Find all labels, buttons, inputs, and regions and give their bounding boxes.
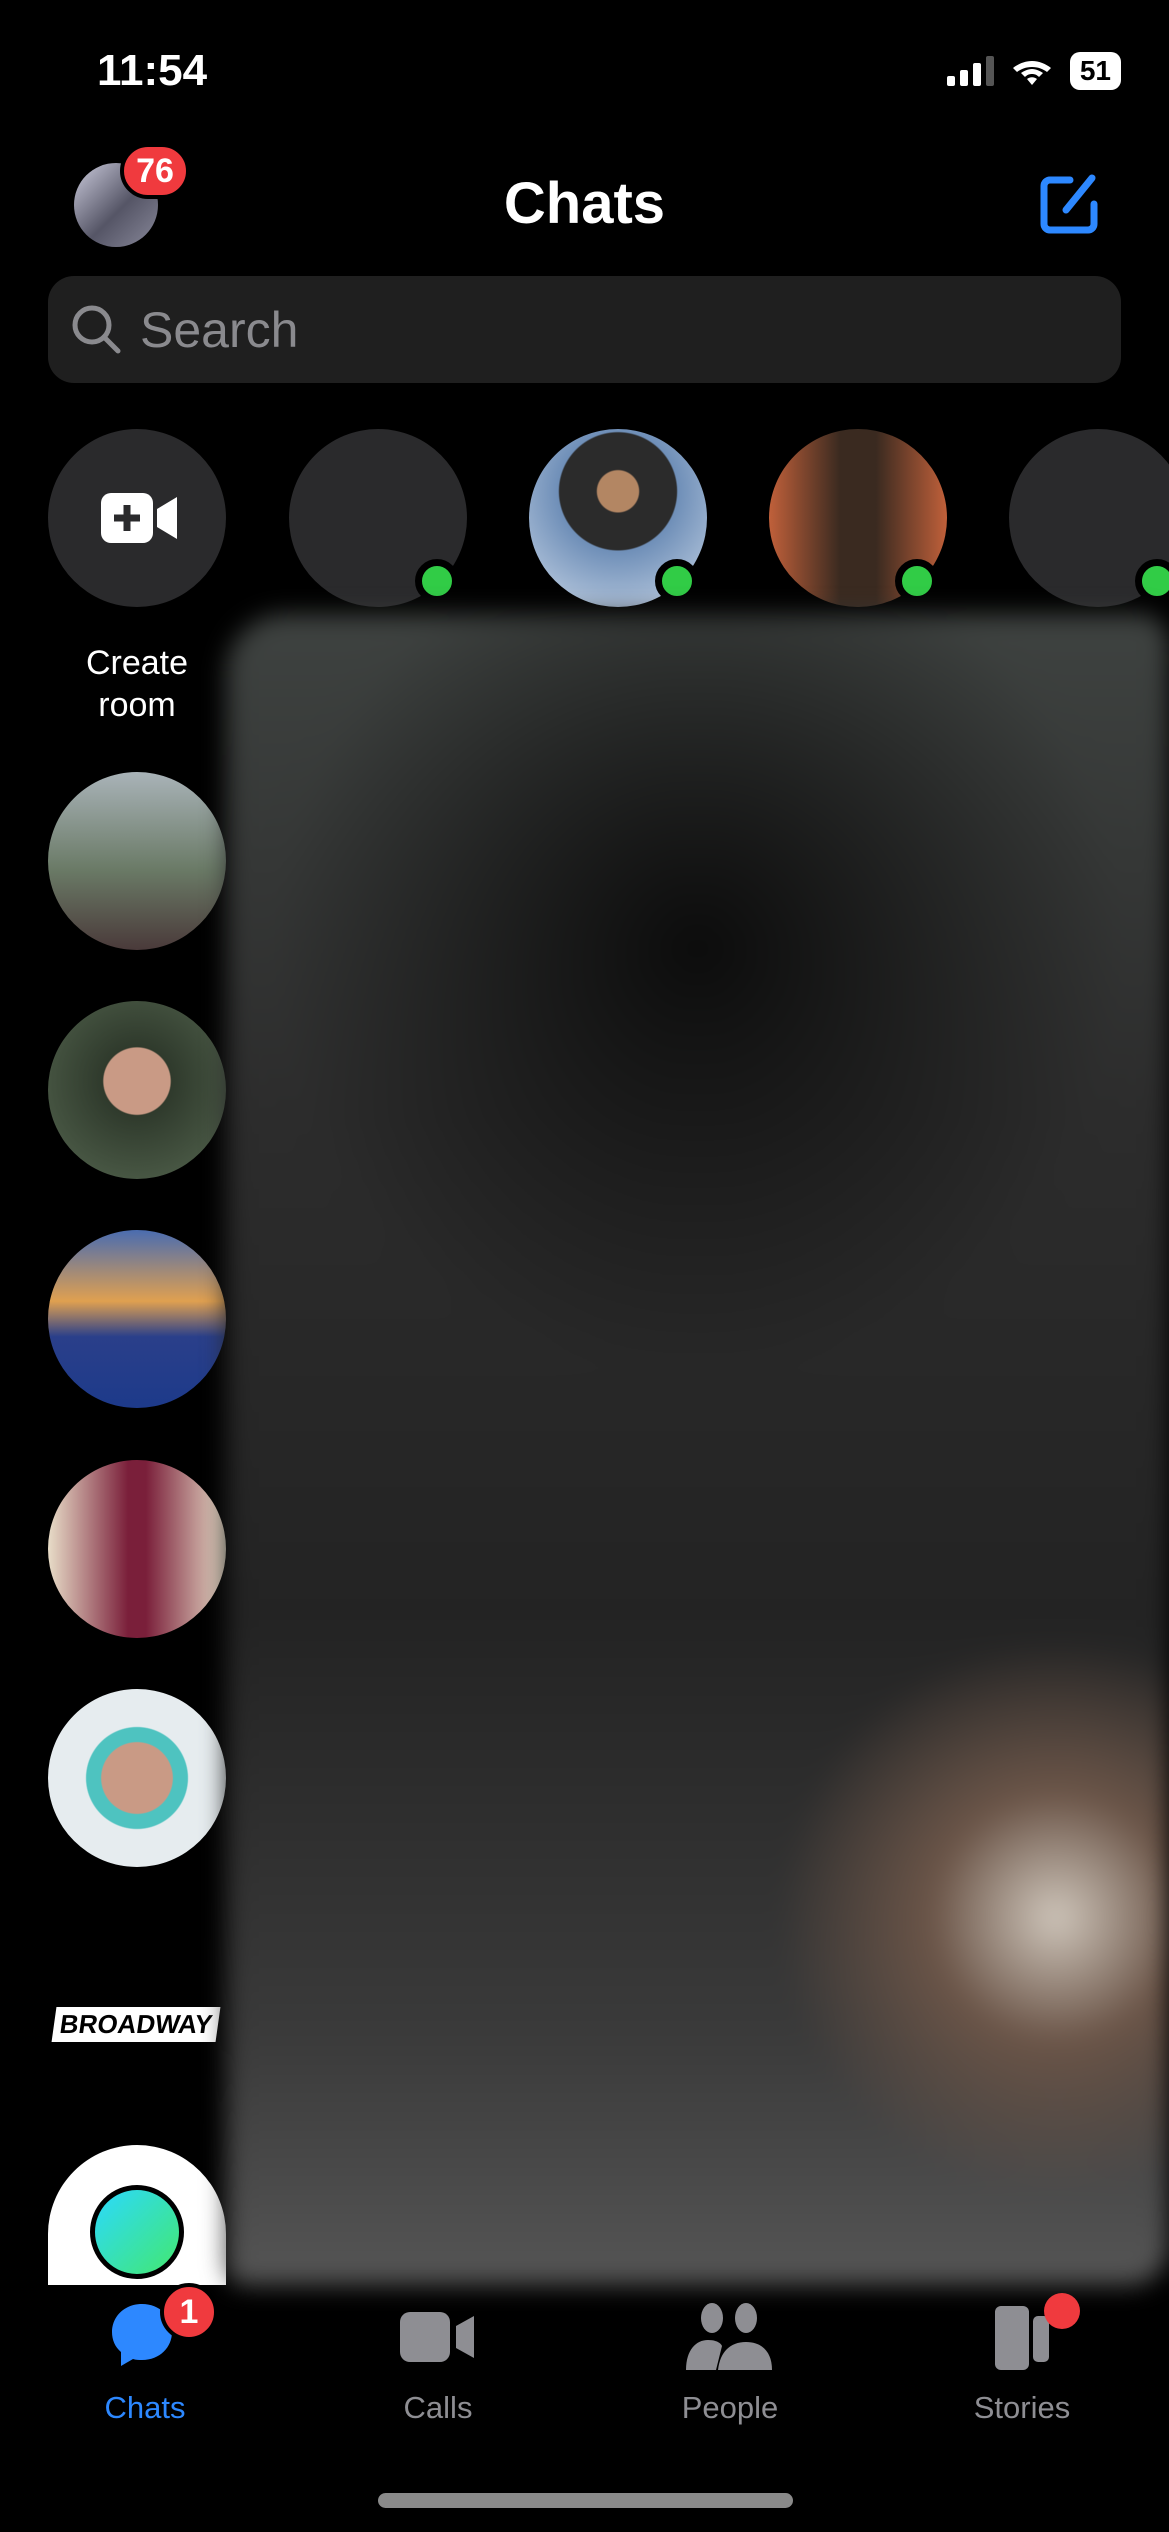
online-indicator <box>895 559 939 603</box>
tab-people[interactable]: People <box>630 2300 830 2426</box>
chat-avatar[interactable] <box>48 1689 226 1867</box>
status-time: 11:54 <box>97 46 208 95</box>
video-plus-icon <box>101 493 177 543</box>
tab-label: Calls <box>403 2390 473 2425</box>
online-indicator <box>415 559 459 603</box>
tab-calls[interactable]: Calls <box>338 2300 538 2426</box>
compose-icon[interactable] <box>1036 172 1102 238</box>
tab-label: People <box>681 2390 779 2425</box>
chat-avatar[interactable] <box>48 1460 226 1638</box>
tab-label: Stories <box>973 2390 1071 2425</box>
search-input[interactable] <box>140 300 1040 359</box>
search-bar[interactable] <box>48 276 1121 383</box>
tab-label: Chats <box>104 2390 186 2425</box>
chats-badge: 1 <box>160 2283 218 2341</box>
create-room-label: Create room <box>85 644 189 724</box>
people-icon <box>686 2303 772 2370</box>
chat-avatar[interactable] <box>48 1001 226 1179</box>
status-icons: 51 <box>946 52 1121 90</box>
online-indicator <box>655 559 699 603</box>
home-indicator <box>378 2493 793 2508</box>
create-room-button[interactable] <box>48 429 226 607</box>
chat-avatar[interactable] <box>48 772 226 950</box>
video-camera-icon <box>400 2312 474 2362</box>
search-icon <box>72 305 121 353</box>
wifi-icon <box>1012 61 1051 85</box>
tab-stories[interactable]: Stories <box>922 2300 1122 2426</box>
blurred-chat-list <box>226 614 1169 2285</box>
signal-icon <box>946 56 994 86</box>
page-title: Chats <box>503 171 666 236</box>
chat-avatar-messenger[interactable] <box>48 2145 226 2285</box>
stories-notification-dot <box>1044 2293 1080 2329</box>
chat-avatar[interactable] <box>48 1230 226 1408</box>
battery-indicator: 51 <box>1069 52 1121 90</box>
chat-avatar-broadway[interactable]: BROADWAY <box>48 1935 226 2113</box>
